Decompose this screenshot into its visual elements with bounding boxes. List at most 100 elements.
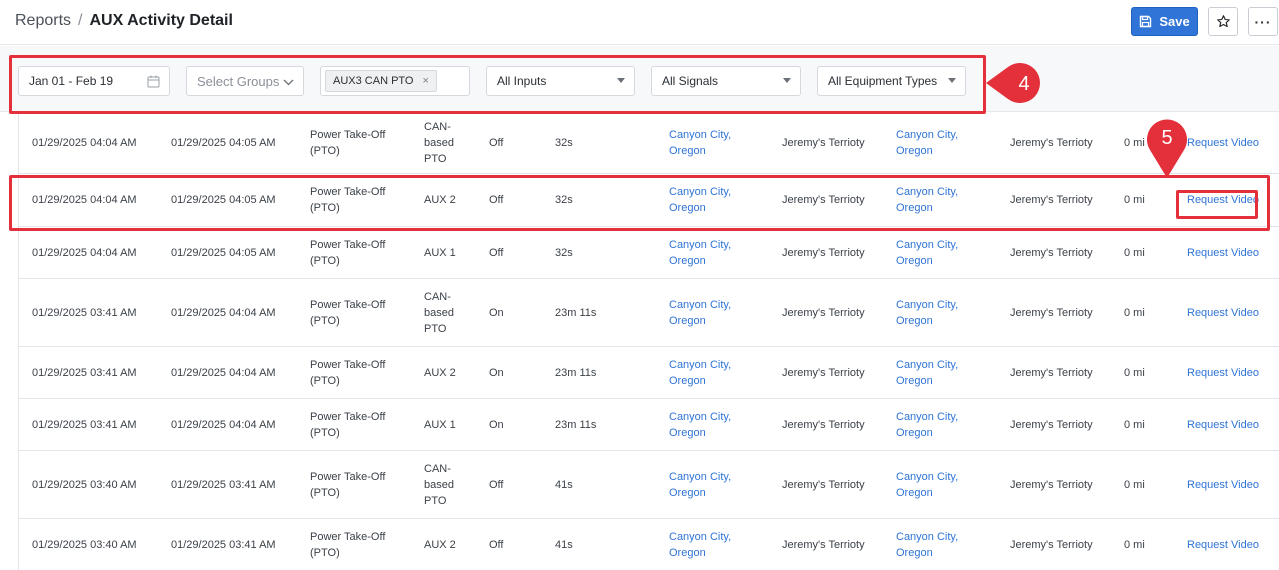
request-video-link[interactable]: Request Video: [1187, 451, 1267, 518]
start-location-link-line[interactable]: Oregon: [669, 253, 731, 269]
input-cell: CAN-based PTO: [424, 279, 484, 346]
breadcrumb-reports[interactable]: Reports: [15, 12, 71, 30]
end-location-link-line[interactable]: Canyon City,: [896, 529, 958, 545]
start-location-link-line[interactable]: Canyon City,: [669, 409, 731, 425]
start-location-link-line[interactable]: Oregon: [669, 373, 731, 389]
input-type-multiselect[interactable]: AUX3 CAN PTO ×: [320, 66, 470, 96]
start-location-link-line[interactable]: Oregon: [669, 200, 731, 216]
start-time-cell: 01/29/2025 03:41 AM: [32, 347, 167, 398]
request-video-link[interactable]: Request Video: [1187, 227, 1267, 278]
end-location-link-line[interactable]: Canyon City,: [896, 127, 958, 143]
save-button[interactable]: Save: [1131, 7, 1198, 36]
request-video-link[interactable]: Request Video: [1187, 347, 1267, 398]
end-location-link-line[interactable]: Oregon: [896, 485, 958, 501]
state-cell-line: On: [489, 366, 504, 379]
end-location-link[interactable]: Canyon City, Oregon: [896, 279, 986, 346]
end-location-link-line[interactable]: Canyon City,: [896, 297, 958, 313]
start-time-cell: 01/29/2025 03:41 AM: [32, 279, 167, 346]
start-location-link-line[interactable]: Canyon City,: [669, 297, 731, 313]
start-location-link[interactable]: Canyon City, Oregon: [669, 174, 759, 226]
end-location-link-line[interactable]: Oregon: [896, 200, 958, 216]
signals-dropdown[interactable]: All Signals: [651, 66, 801, 96]
start-location-link[interactable]: Canyon City, Oregon: [669, 519, 759, 570]
end-location-link-line[interactable]: Oregon: [896, 545, 958, 561]
start-location-link-line[interactable]: Canyon City,: [669, 237, 731, 253]
start-location-link[interactable]: Canyon City, Oregon: [669, 279, 759, 346]
state-cell-line: Off: [489, 246, 504, 259]
end-location-link[interactable]: Canyon City, Oregon: [896, 347, 986, 398]
favorite-button[interactable]: [1208, 7, 1238, 36]
request-video-link-line[interactable]: Request Video: [1187, 192, 1259, 208]
state-cell: Off: [489, 174, 539, 226]
input-cell: CAN-based PTO: [424, 451, 484, 518]
start-location-link-line[interactable]: Oregon: [669, 425, 731, 441]
end-location-link-line[interactable]: Canyon City,: [896, 409, 958, 425]
duration-cell: 23m 11s: [555, 399, 635, 450]
end-location-link-line[interactable]: Canyon City,: [896, 184, 958, 200]
start-location-link-line[interactable]: Canyon City,: [669, 184, 731, 200]
save-button-label: Save: [1159, 14, 1190, 29]
activity-type-cell: Power Take-Off (PTO): [310, 451, 410, 518]
select-groups-dropdown[interactable]: Select Groups: [186, 66, 304, 96]
start-location-link-line[interactable]: Oregon: [669, 485, 731, 501]
start-time-cell-line: 01/29/2025 04:04 AM: [32, 246, 137, 259]
page-title: AUX Activity Detail: [89, 12, 233, 29]
end-driver-cell-line: Jeremy's Terrioty: [1010, 478, 1093, 491]
end-time-cell: 01/29/2025 03:41 AM: [171, 519, 306, 570]
request-video-link[interactable]: Request Video: [1187, 279, 1267, 346]
start-location-link-line[interactable]: Oregon: [669, 313, 731, 329]
end-location-link[interactable]: Canyon City, Oregon: [896, 227, 986, 278]
request-video-link-line[interactable]: Request Video: [1187, 305, 1259, 321]
start-location-link[interactable]: Canyon City, Oregon: [669, 227, 759, 278]
date-range-picker[interactable]: Jan 01 - Feb 19: [18, 66, 170, 96]
breadcrumb-separator: /: [78, 12, 83, 29]
start-location-link-line[interactable]: Canyon City,: [669, 529, 731, 545]
start-location-link[interactable]: Canyon City, Oregon: [669, 113, 759, 173]
distance-cell-line: 0 mi: [1124, 194, 1145, 206]
end-location-link-line[interactable]: Oregon: [896, 313, 958, 329]
end-location-link[interactable]: Canyon City, Oregon: [896, 174, 986, 226]
remove-tag-icon[interactable]: ×: [423, 75, 429, 87]
activity-type-cell: Power Take-Off (PTO): [310, 227, 410, 278]
more-options-button[interactable]: ···: [1248, 7, 1278, 36]
activity-type-cell-line: Power Take-Off: [310, 238, 386, 251]
request-video-link-line[interactable]: Request Video: [1187, 365, 1259, 381]
end-location-link-line[interactable]: Canyon City,: [896, 237, 958, 253]
end-location-link-line[interactable]: Oregon: [896, 373, 958, 389]
activity-type-cell-line: (PTO): [310, 145, 340, 157]
end-location-link[interactable]: Canyon City, Oregon: [896, 113, 986, 173]
start-location-link-line[interactable]: Oregon: [669, 143, 731, 159]
end-location-link-line[interactable]: Canyon City,: [896, 357, 958, 373]
request-video-link[interactable]: Request Video: [1187, 519, 1267, 570]
end-location-link-line[interactable]: Canyon City,: [896, 469, 958, 485]
end-location-link[interactable]: Canyon City, Oregon: [896, 399, 986, 450]
inputs-dropdown[interactable]: All Inputs: [486, 66, 635, 96]
activity-type-cell: Power Take-Off (PTO): [310, 399, 410, 450]
start-location-link-line[interactable]: Oregon: [669, 545, 731, 561]
state-cell: Off: [489, 113, 539, 173]
duration-cell-line: 41s: [555, 538, 573, 551]
request-video-link-line[interactable]: Request Video: [1187, 135, 1259, 151]
request-video-link-line[interactable]: Request Video: [1187, 417, 1259, 433]
request-video-link-line[interactable]: Request Video: [1187, 537, 1259, 553]
request-video-link[interactable]: Request Video: [1187, 174, 1267, 226]
request-video-link-line[interactable]: Request Video: [1187, 245, 1259, 261]
start-location-link-line[interactable]: Canyon City,: [669, 127, 731, 143]
start-location-link-line[interactable]: Canyon City,: [669, 357, 731, 373]
end-location-link[interactable]: Canyon City, Oregon: [896, 519, 986, 570]
activity-type-cell-line: (PTO): [310, 374, 340, 387]
start-location-link[interactable]: Canyon City, Oregon: [669, 347, 759, 398]
request-video-link[interactable]: Request Video: [1187, 113, 1267, 173]
start-location-link[interactable]: Canyon City, Oregon: [669, 451, 759, 518]
request-video-link[interactable]: Request Video: [1187, 399, 1267, 450]
end-location-link[interactable]: Canyon City, Oregon: [896, 451, 986, 518]
start-location-link[interactable]: Canyon City, Oregon: [669, 399, 759, 450]
end-location-link-line[interactable]: Oregon: [896, 425, 958, 441]
end-location-link-line[interactable]: Oregon: [896, 253, 958, 269]
duration-cell: 41s: [555, 519, 635, 570]
end-driver-cell-line: Jeremy's Terrioty: [1010, 366, 1093, 379]
request-video-link-line[interactable]: Request Video: [1187, 477, 1259, 493]
equipment-types-dropdown[interactable]: All Equipment Types: [817, 66, 966, 96]
end-location-link-line[interactable]: Oregon: [896, 143, 958, 159]
start-location-link-line[interactable]: Canyon City,: [669, 469, 731, 485]
